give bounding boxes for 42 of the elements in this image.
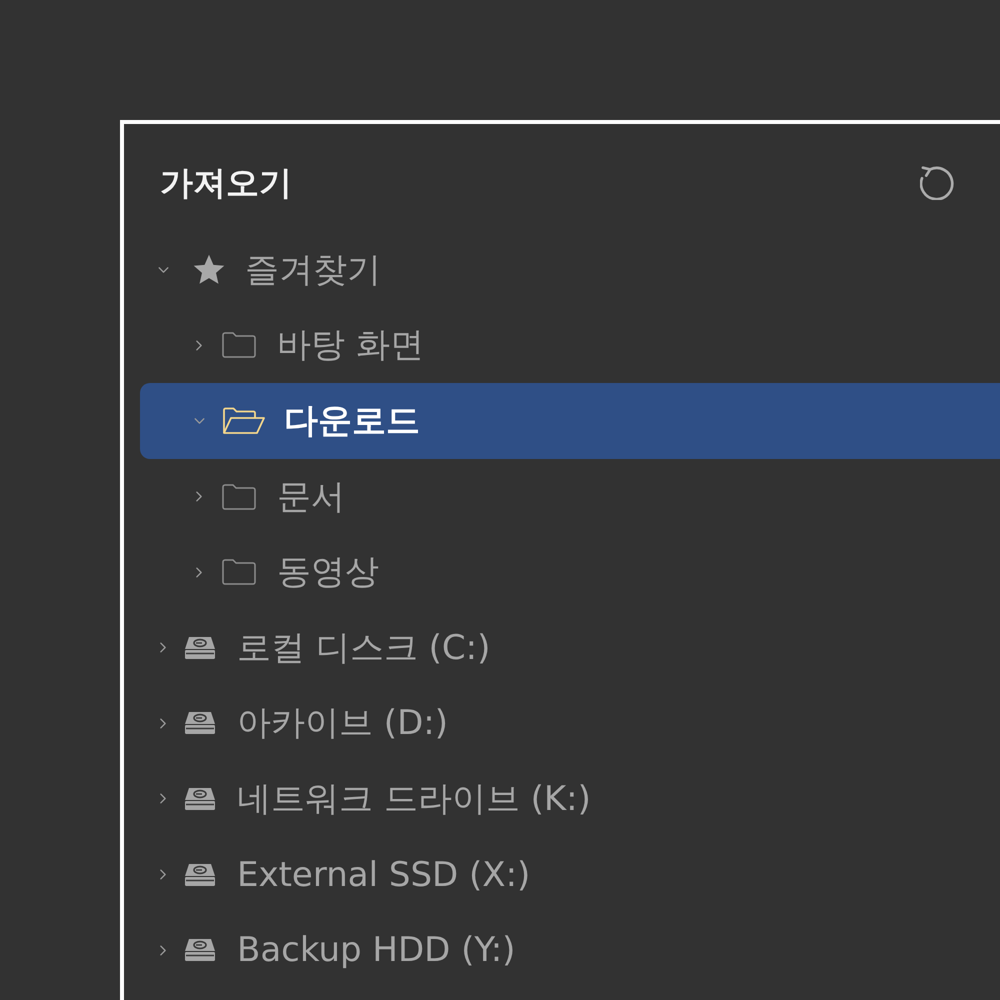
tree-item[interactable]: 문서 bbox=[140, 458, 1000, 534]
tree-item[interactable]: 즐겨찾기 bbox=[140, 232, 1000, 308]
item-label: 즐겨찾기 bbox=[245, 248, 381, 292]
tree-item[interactable]: Backup HDD (Y:) bbox=[140, 912, 1000, 988]
chevron-right-icon[interactable] bbox=[160, 793, 166, 804]
panel-title: 가져오기 bbox=[160, 162, 292, 204]
chevron-right-icon[interactable] bbox=[160, 869, 166, 880]
tree-item[interactable]: 동영상 bbox=[140, 534, 1000, 610]
chevron-right-icon[interactable] bbox=[196, 566, 202, 578]
item-label: 동영상 bbox=[277, 551, 379, 594]
tree-item[interactable]: 바탕 화면 bbox=[140, 308, 1000, 384]
item-label: 문서 bbox=[277, 476, 345, 519]
chevron-right-icon[interactable] bbox=[160, 718, 166, 729]
chevron-right-icon[interactable] bbox=[196, 340, 202, 351]
item-label: Backup HDD (Y:) bbox=[237, 930, 516, 970]
item-label: 네트워크 드라이브 (K:) bbox=[237, 778, 591, 821]
tree-item[interactable]: 네트워크 드라이브 (K:) bbox=[140, 761, 1000, 837]
hard-drive-icon bbox=[184, 786, 216, 811]
folder-icon bbox=[222, 559, 256, 586]
hard-drive-icon bbox=[184, 711, 216, 736]
item-label: 바탕 화면 bbox=[277, 324, 424, 368]
item-label: 다운로드 bbox=[284, 400, 420, 443]
hard-drive-icon bbox=[184, 938, 216, 962]
chevron-right-icon[interactable] bbox=[196, 491, 202, 502]
tree-item[interactable]: 로컬 디스크 (C:) bbox=[140, 610, 1000, 686]
star-icon bbox=[192, 254, 226, 286]
open-folder-icon bbox=[222, 406, 266, 435]
tree-item[interactable]: 다운로드 bbox=[140, 383, 1000, 459]
folder-icon bbox=[222, 332, 256, 358]
chevron-down-icon[interactable] bbox=[194, 418, 204, 424]
item-label: 로컬 디스크 (C:) bbox=[237, 626, 490, 670]
tree-item[interactable]: 아카이브 (D:) bbox=[140, 686, 1000, 762]
chevron-right-icon[interactable] bbox=[160, 944, 166, 956]
item-label: External SSD (X:) bbox=[237, 854, 530, 895]
folder-icon bbox=[222, 484, 256, 510]
chevron-down-icon[interactable] bbox=[158, 266, 168, 273]
tree-item[interactable]: External SSD (X:) bbox=[140, 836, 1000, 912]
refresh-icon[interactable] bbox=[920, 166, 954, 200]
chevron-right-icon[interactable] bbox=[160, 642, 166, 654]
hard-drive-icon bbox=[184, 862, 216, 887]
hard-drive-icon bbox=[184, 636, 216, 660]
item-label: 아카이브 (D:) bbox=[237, 702, 448, 746]
